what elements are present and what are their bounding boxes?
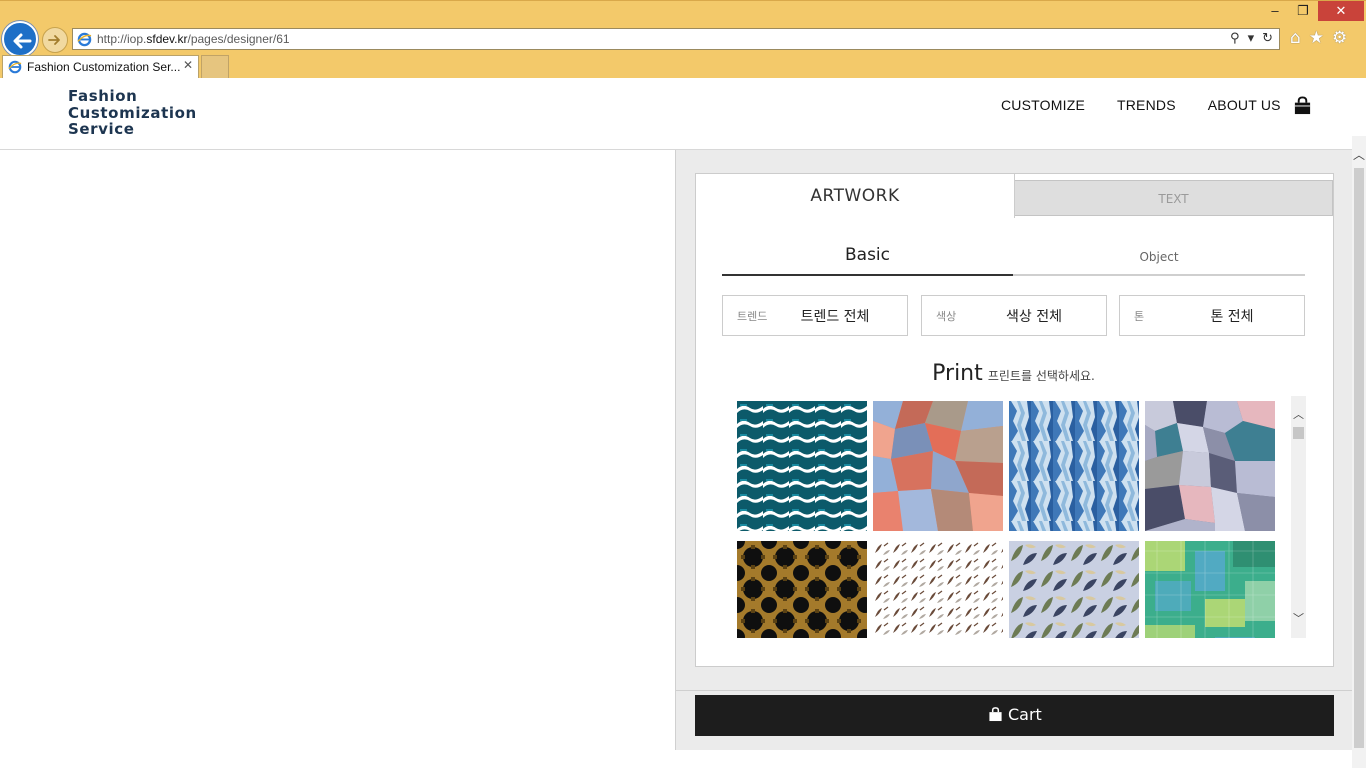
print-thumbnail[interactable]: [873, 541, 1003, 638]
address-bar[interactable]: http://iop.sfdev.kr/pages/designer/61 ⚲ …: [72, 28, 1280, 50]
print-thumbnail[interactable]: [1009, 541, 1139, 638]
print-title: Print: [932, 361, 983, 386]
tab-text[interactable]: TEXT: [1014, 180, 1333, 216]
subtab-basic[interactable]: Basic: [722, 240, 1013, 276]
tab-title: Fashion Customization Ser...: [27, 60, 181, 74]
print-thumbnail[interactable]: [1145, 541, 1275, 638]
new-tab-button[interactable]: [201, 55, 229, 78]
browser-toolbar-icons: ⌂ ★ ⚙: [1290, 27, 1347, 49]
filter-label: 트렌드: [737, 310, 768, 323]
maximize-button[interactable]: ❐: [1290, 1, 1316, 21]
dropdown-icon[interactable]: ▾: [1248, 31, 1255, 47]
cart-button[interactable]: Cart: [695, 695, 1334, 736]
scrollbar-thumb[interactable]: [1354, 168, 1364, 748]
ie-icon: [77, 32, 92, 47]
nav-trends[interactable]: TRENDS: [1117, 97, 1176, 113]
logo-line: Customization: [68, 103, 197, 122]
back-button[interactable]: [2, 21, 38, 57]
site-header: Fashion Customization Service CUSTOMIZE …: [0, 78, 1366, 150]
close-window-button[interactable]: ✕: [1318, 1, 1364, 21]
tab-artwork[interactable]: ARTWORK: [695, 173, 1015, 218]
print-thumbnail[interactable]: [1145, 401, 1275, 531]
filter-label: 색상: [936, 310, 957, 323]
print-heading: Print 프린트를 선택하세요.: [722, 361, 1305, 386]
refresh-icon[interactable]: ↻: [1262, 31, 1273, 47]
search-icon[interactable]: ⚲: [1230, 31, 1240, 47]
page-scrollbar[interactable]: ︿: [1352, 136, 1366, 768]
cart-label: Cart: [1008, 705, 1042, 724]
chrome-top-border: [0, 0, 1366, 1]
address-tools: ⚲ ▾ ↻: [1230, 31, 1273, 47]
panel-divider: [676, 690, 1353, 691]
filter-value: 톤 전체: [1210, 309, 1254, 325]
back-arrow-icon: [13, 33, 32, 49]
scrollbar-thumb[interactable]: [1293, 427, 1304, 439]
chevron-down-icon[interactable]: ﹀: [1293, 610, 1304, 626]
browser-chrome: http://iop.sfdev.kr/pages/designer/61 ⚲ …: [0, 0, 1366, 78]
star-icon[interactable]: ★: [1309, 27, 1324, 49]
nav-about-us[interactable]: ABOUT US: [1208, 97, 1281, 113]
logo-line: Service: [68, 120, 135, 138]
print-hint: 프린트를 선택하세요.: [987, 369, 1095, 383]
color-filter-select[interactable]: 색상 색상 전체: [921, 295, 1107, 336]
gear-icon[interactable]: ⚙: [1332, 27, 1347, 49]
subtab-object[interactable]: Object: [1013, 240, 1305, 276]
site-logo[interactable]: Fashion Customization Service: [68, 88, 197, 138]
tone-filter-select[interactable]: 톤 톤 전체: [1119, 295, 1305, 336]
print-thumbnail[interactable]: [737, 401, 867, 531]
ie-icon: [8, 60, 22, 74]
print-thumbnail[interactable]: [1009, 401, 1139, 531]
browser-tab[interactable]: Fashion Customization Ser... ✕: [2, 55, 199, 78]
print-thumbnail[interactable]: [737, 541, 867, 638]
minimize-button[interactable]: –: [1262, 1, 1288, 21]
filter-label: 톤: [1134, 310, 1145, 323]
chevron-up-icon[interactable]: ︿: [1293, 406, 1304, 422]
forward-button[interactable]: [42, 27, 68, 53]
close-icon[interactable]: ✕: [183, 58, 193, 72]
main-nav: CUSTOMIZE TRENDS ABOUT US: [1001, 97, 1281, 113]
shopping-bag-icon[interactable]: [1293, 96, 1312, 115]
trend-filter-select[interactable]: 트렌드 트렌드 전체: [722, 295, 908, 336]
nav-customize[interactable]: CUSTOMIZE: [1001, 97, 1085, 113]
url-text[interactable]: http://iop.sfdev.kr/pages/designer/61: [97, 32, 290, 46]
print-grid: [736, 398, 1308, 638]
filter-value: 색상 전체: [1006, 309, 1062, 325]
designer-panel: ARTWORK TEXT Basic Object 트렌드 트렌드 전체 색상 …: [675, 150, 1353, 750]
chevron-up-icon[interactable]: ︿: [1353, 146, 1365, 163]
home-icon[interactable]: ⌂: [1290, 27, 1301, 49]
print-thumbnail[interactable]: [873, 401, 1003, 531]
shopping-bag-icon: [989, 707, 1002, 722]
filter-value: 트렌드 전체: [800, 309, 870, 325]
logo-line: Fashion: [68, 87, 138, 105]
print-grid-scrollbar[interactable]: ︿ ﹀: [1291, 396, 1306, 638]
forward-arrow-icon: [48, 35, 60, 45]
